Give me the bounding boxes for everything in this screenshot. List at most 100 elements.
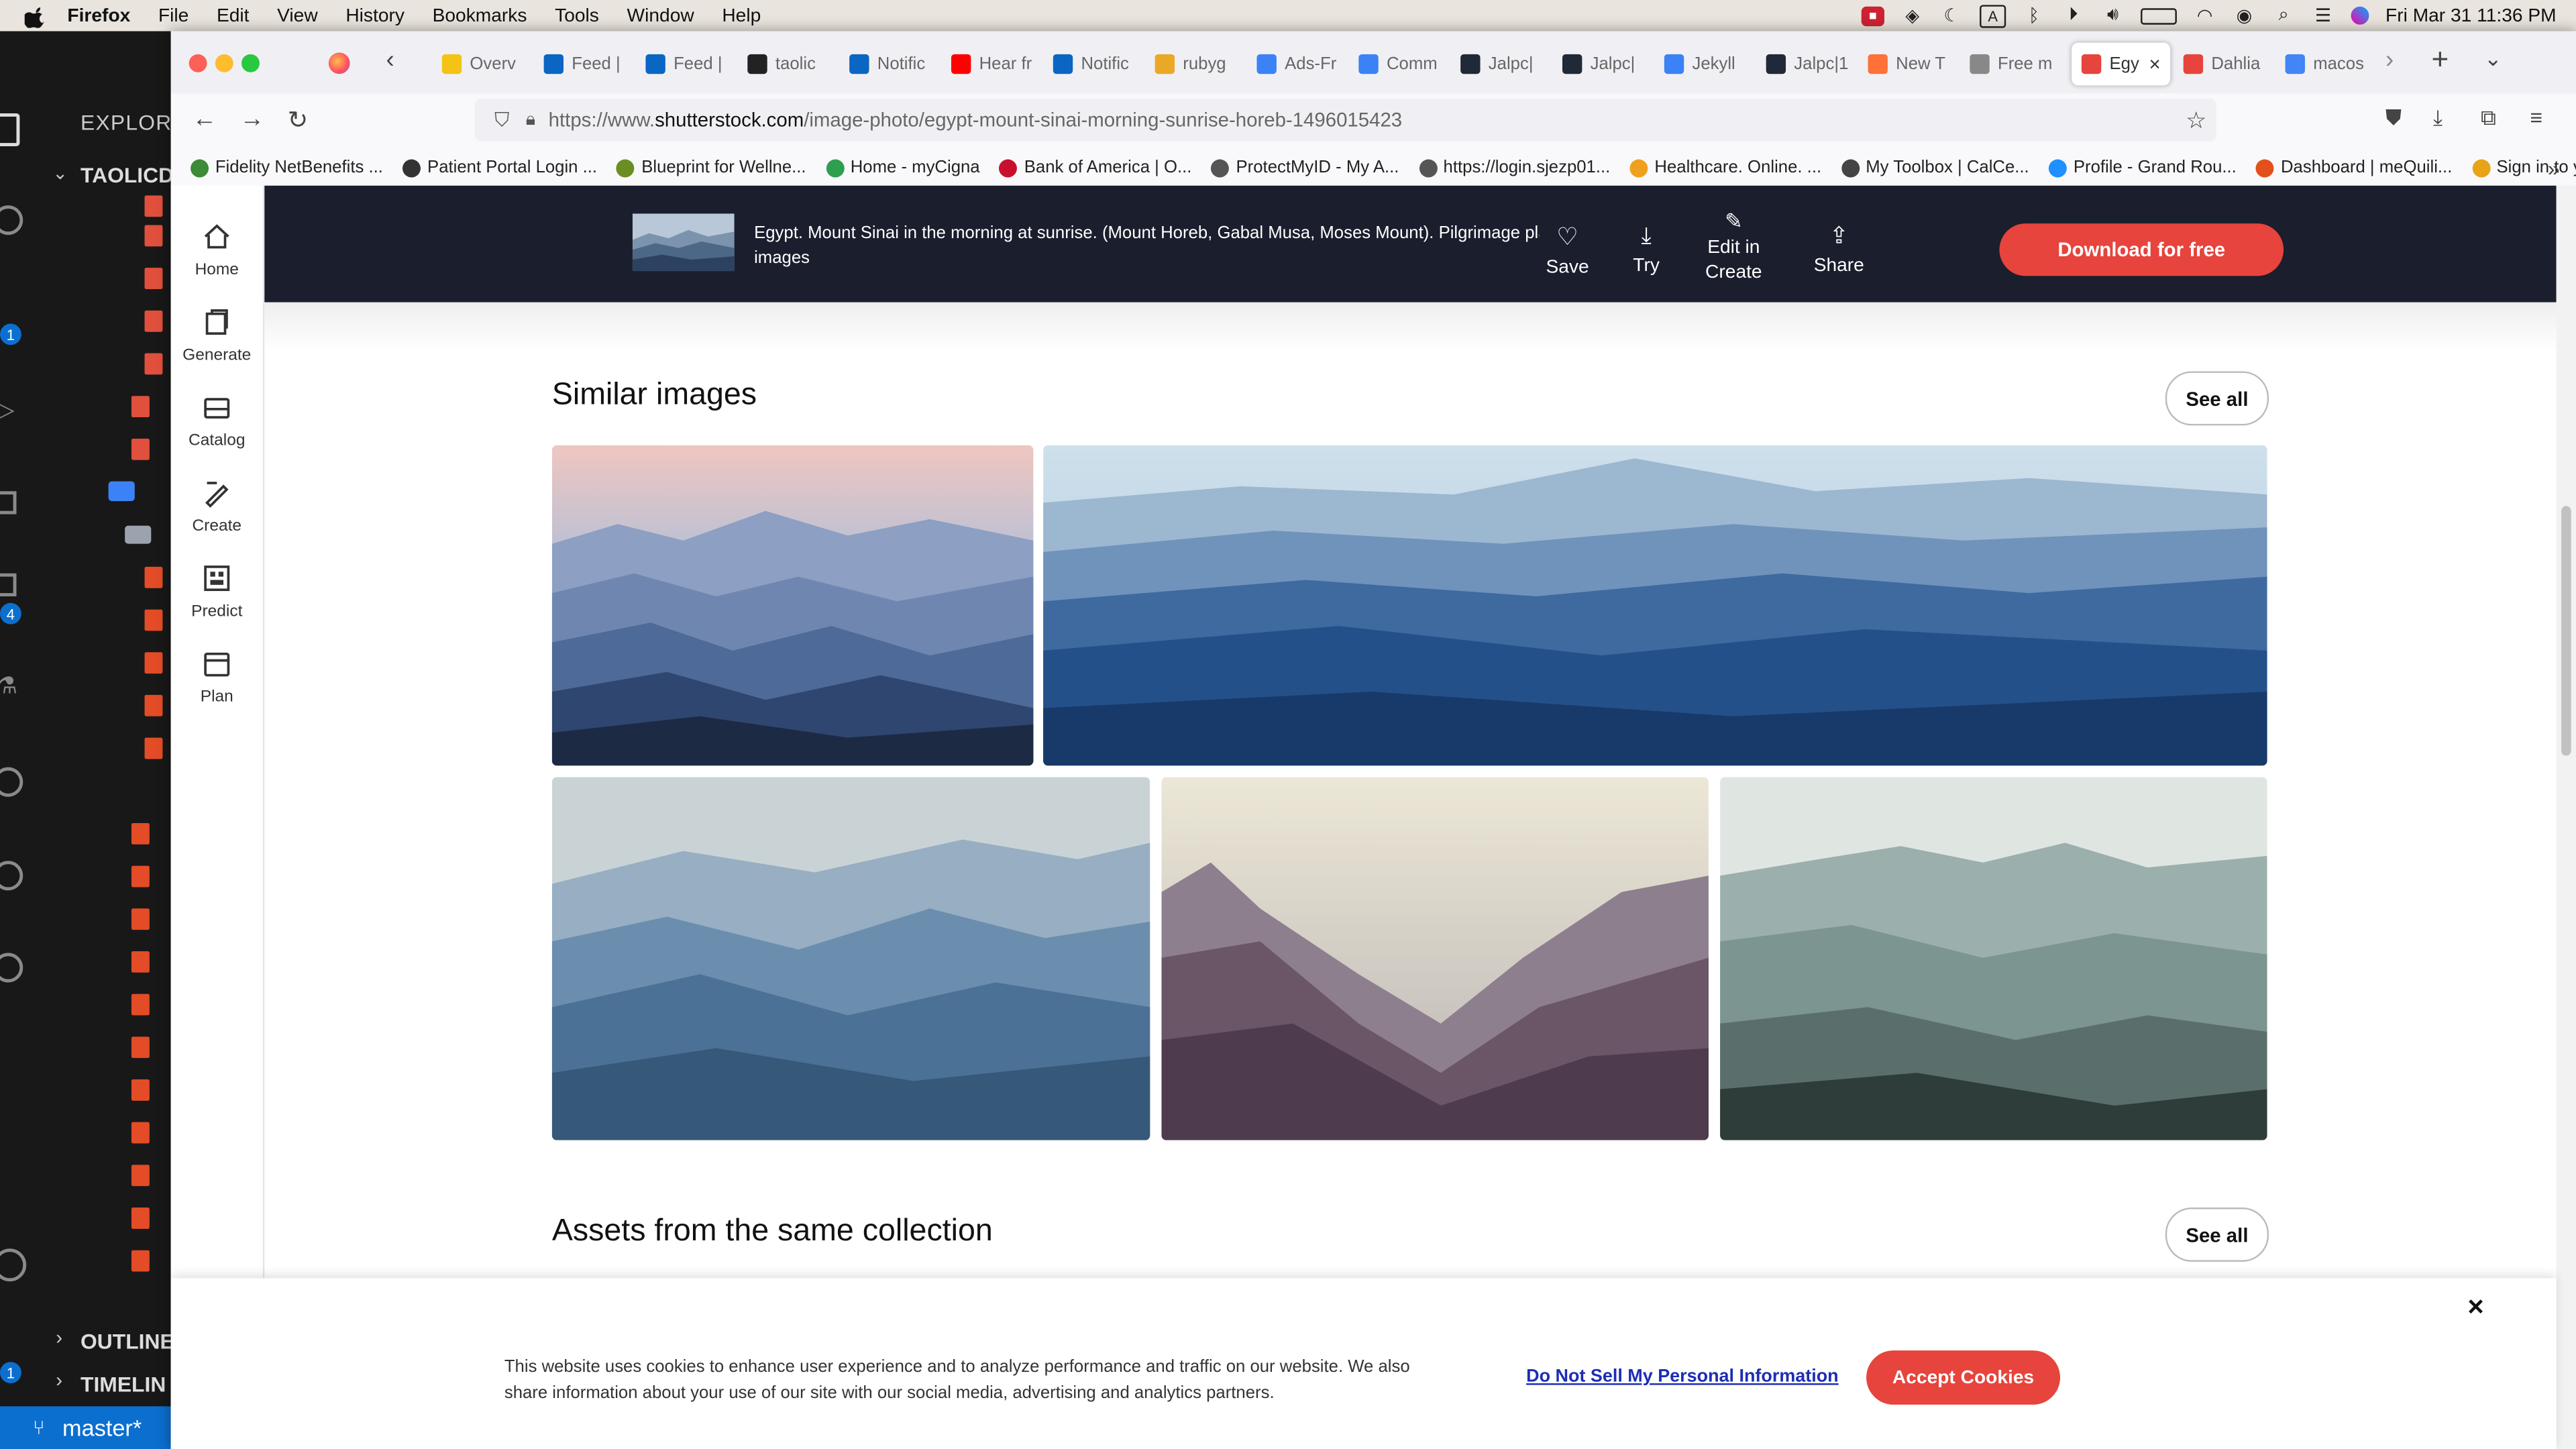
files-icon[interactable] [0,113,20,146]
chevron-right-icon[interactable]: › [56,1326,62,1348]
list-all-tabs-icon[interactable]: ⌄ [2484,46,2502,72]
bookmark-item[interactable]: Patient Portal Login ... [402,158,597,177]
nav-plan[interactable]: Plan [171,649,263,706]
input-source-icon[interactable]: A [1980,4,2006,28]
tab-scroll-left-icon[interactable]: ‹ [386,46,394,74]
browser-tab[interactable]: Jalpc| [1460,43,1534,86]
moon-icon[interactable]: ☾ [1940,6,1963,26]
browser-tab[interactable]: macos [2285,43,2364,86]
html-file-icon[interactable] [144,566,163,588]
menu-window[interactable]: Window [627,6,694,25]
workspace-folder[interactable]: TAOLICD [80,162,174,187]
nav-create[interactable]: Create [171,478,263,535]
menu-edit[interactable]: Edit [217,6,250,25]
html-file-icon[interactable] [131,1036,150,1059]
chevron-right-icon[interactable]: › [56,1368,62,1391]
bookmark-item[interactable]: Bank of America | O... [1000,158,1191,177]
file-icon[interactable] [144,310,163,332]
bookmark-item[interactable]: Profile - Grand Rou... [2049,158,2237,177]
bluetooth-icon[interactable]: ᛒ [2023,6,2045,25]
search-icon[interactable] [0,205,23,235]
play-icon[interactable]: ⏵ [2062,5,2085,25]
url-bar[interactable]: ⛉ 🔒︎ https://www. shutterstock.com/image-… [474,98,2216,142]
html-file-icon[interactable] [144,652,163,674]
html-file-icon[interactable] [131,1165,150,1187]
live-share-icon[interactable] [0,953,23,983]
battery-icon[interactable] [2141,7,2178,24]
bookmark-item[interactable]: Fidelity NetBenefits ... [191,158,383,177]
similar-see-all-button[interactable]: See all [2165,371,2269,426]
browser-tab[interactable]: Free m [1970,43,2052,86]
similar-image-3[interactable] [551,777,1150,1140]
control-center-icon[interactable]: ☰ [2312,6,2334,26]
account-icon[interactable] [0,1248,27,1282]
minimize-window-button[interactable] [215,54,233,72]
browser-tab[interactable]: Notific [1053,43,1129,86]
browser-tab[interactable]: Egy × [2072,42,2171,86]
bookmark-item[interactable]: Home - myCigna [825,158,980,177]
volume-icon[interactable]: 🔊︎ [2101,5,2124,25]
similar-image-2[interactable] [1043,445,2267,766]
bookmark-item[interactable]: My Toolbox | CalCe... [1841,158,2029,177]
bookmark-star-icon[interactable]: ☆ [2186,106,2206,134]
more-bookmarks-icon[interactable]: » [2548,155,2560,180]
pocket-icon[interactable]: ⛊ [2385,105,2402,131]
file-icon[interactable] [131,396,150,418]
menu-view[interactable]: View [277,6,318,25]
browser-tab[interactable]: Feed | [543,43,621,86]
html-file-icon[interactable] [131,951,150,973]
menubar-clock[interactable]: Fri Mar 31 11:36 PM [2385,6,2557,25]
menu-file[interactable]: File [158,6,189,25]
nav-catalog[interactable]: Catalog [171,392,263,450]
menu-tools[interactable]: Tools [555,6,599,25]
browser-tab[interactable]: Feed | [645,43,722,86]
diamond-icon[interactable]: ◈ [1901,6,1924,26]
new-tab-button[interactable]: + [2432,43,2449,77]
extensions-icon[interactable]: ⧉ [2481,105,2496,131]
html-file-icon[interactable] [131,1079,150,1101]
browser-tab[interactable]: taolic [747,43,816,86]
html-file-icon[interactable] [131,1122,150,1144]
html-file-icon[interactable] [131,1250,150,1272]
browser-tab[interactable]: Jalpc|1 [1766,43,1848,86]
html-file-icon[interactable] [144,609,163,631]
remote-icon[interactable] [0,573,17,596]
folder-icon[interactable] [108,481,135,501]
browser-tab[interactable]: rubyg [1155,43,1226,86]
bookmark-item[interactable]: ProtectMyID - My A... [1211,158,1399,177]
github-icon[interactable] [0,767,23,797]
bookmark-item[interactable]: https://login.sjezp01... [1418,158,1610,177]
app-status-icon[interactable]: ■ [1861,5,1885,25]
app-menu-icon[interactable]: ≡ [2530,105,2542,130]
edit-in-create-button[interactable]: ✎ Edit in Create [1705,209,1762,286]
html-file-icon[interactable] [144,737,163,759]
download-for-free-button[interactable]: Download for free [1999,223,2284,276]
run-icon[interactable]: ▷ [0,396,15,424]
accept-cookies-button[interactable]: Accept Cookies [1866,1350,2061,1405]
close-tab-icon[interactable]: × [2149,52,2161,75]
browser-tab[interactable]: Jekyll [1664,43,1735,86]
siri-icon[interactable] [2351,6,2369,25]
timer-icon[interactable] [0,861,23,891]
bookmark-item[interactable]: Blueprint for Wellne... [616,158,806,177]
image-thumbnail[interactable] [632,213,735,272]
flask-icon[interactable]: ⚗ [0,672,17,700]
html-file-icon[interactable] [144,694,163,716]
menu-app-name[interactable]: Firefox [67,6,130,25]
timeline-section[interactable]: TIMELIN [80,1372,166,1397]
similar-image-5[interactable] [1720,777,2267,1140]
forward-button[interactable]: → [240,105,265,133]
reload-button[interactable]: ↻ [288,105,309,135]
back-button[interactable]: ← [193,105,217,133]
lock-icon[interactable]: 🔒︎ [526,109,535,131]
browser-tab[interactable]: Jalpc| [1562,43,1635,86]
browser-tab[interactable]: New T [1868,43,1945,86]
save-button[interactable]: ♡ Save [1546,222,1589,278]
file-icon[interactable] [144,195,163,217]
close-icon[interactable]: × [2467,1291,2483,1324]
tracking-shield-icon[interactable]: ⛉ [494,107,509,132]
menu-help[interactable]: Help [722,6,761,25]
git-branch-label[interactable]: master* [62,1415,142,1441]
share-button[interactable]: ⇪ Share [1814,222,1864,276]
outline-section[interactable]: OUTLINE [80,1329,174,1354]
